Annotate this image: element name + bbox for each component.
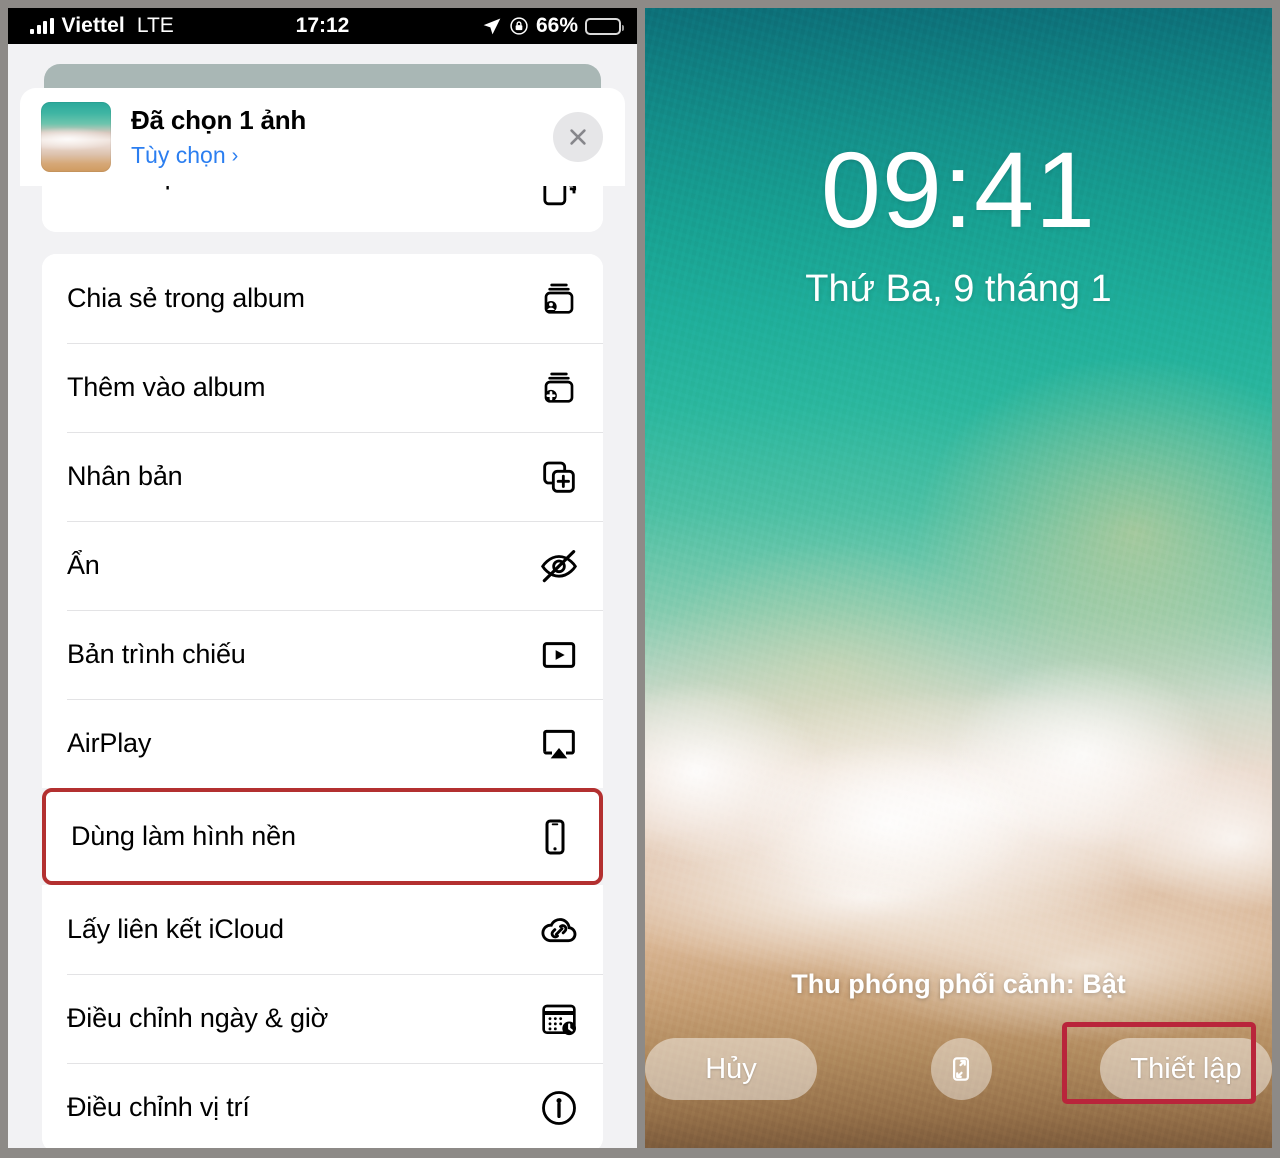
add-to-album-icon: [537, 366, 581, 410]
action-group: Sao chép ảnh: [42, 186, 603, 232]
airplay-icon: [537, 722, 581, 766]
action-row[interactable]: Lấy liên kết iCloud: [42, 885, 603, 974]
perspective-scale-icon: [953, 1057, 970, 1081]
action-row-label: Điều chỉnh vị trí: [67, 1092, 250, 1122]
action-row-label: Điều chỉnh ngày & giờ: [67, 1003, 329, 1033]
share-sheet-action-list[interactable]: Sao chép ảnh Chia sẻ trong album Thêm vào …: [20, 186, 625, 1148]
shared-album-icon: [537, 277, 581, 321]
action-row[interactable]: Điều chỉnh ngày & giờ: [42, 974, 603, 1063]
share-sheet: Đã chọn 1 ảnh Tùy chọn › Sao chép ảnh Chi…: [20, 88, 625, 1148]
status-bar: Viettel LTE 17:12 66%: [8, 8, 637, 44]
action-row-label: Sao chép ảnh: [67, 186, 537, 191]
perspective-scale-button[interactable]: [930, 1038, 992, 1100]
hide-eye-slash-icon: [537, 544, 581, 588]
action-row[interactable]: Nhân bản: [42, 432, 603, 521]
options-link-label: Tùy chọn: [131, 142, 226, 168]
action-row[interactable]: Thêm vào album: [42, 343, 603, 432]
action-row-label: AirPlay: [67, 728, 152, 758]
selection-title: Đã chọn 1 ảnh: [131, 105, 307, 135]
chevron-right-icon: ›: [231, 144, 239, 167]
wallpaper-option-highlight-annotation[interactable]: Dùng làm hình nền: [42, 788, 603, 885]
adjust-location-icon: [537, 1086, 581, 1130]
status-bar-right: 66%: [482, 14, 624, 38]
action-row[interactable]: Dùng làm hình nền: [46, 792, 599, 881]
action-row-label: Nhân bản: [67, 461, 183, 491]
action-row-label: Lấy liên kết iCloud: [67, 914, 284, 944]
action-group: Lấy liên kết iCloud Điều chỉnh ngày & giờ…: [42, 885, 603, 1148]
cancel-button[interactable]: Hủy: [645, 1038, 817, 1100]
iphone-share-sheet-panel: Viettel LTE 17:12 66% Đã chọn 1 ảnh Tùy …: [8, 8, 637, 1148]
action-row[interactable]: AirPlay: [42, 699, 603, 788]
options-link[interactable]: Tùy chọn ›: [131, 142, 306, 169]
slideshow-play-icon: [537, 633, 581, 677]
action-row[interactable]: Bản trình chiếu: [42, 610, 603, 699]
action-row-label: Ẩn: [67, 550, 100, 580]
close-button[interactable]: [553, 112, 603, 162]
adjust-date-time-icon: [537, 997, 581, 1041]
close-icon: [570, 129, 586, 145]
copy-photo-icon: [537, 186, 581, 215]
screenshot-stage: Viettel LTE 17:12 66% Đã chọn 1 ảnh Tùy …: [0, 0, 1280, 1158]
share-sheet-header-text: Đã chọn 1 ảnh Tùy chọn ›: [131, 105, 306, 169]
action-group: Chia sẻ trong album Thêm vào album Nhân bả…: [42, 254, 603, 788]
lockscreen-date: Thứ Ba, 9 tháng 1: [805, 268, 1112, 310]
lockscreen-clock-block: 09:41 Thứ Ba, 9 tháng 1: [645, 136, 1272, 311]
action-row-label: Dùng làm hình nền: [71, 821, 296, 851]
rotation-lock-icon: [510, 17, 528, 35]
action-row[interactable]: Sao chép ảnh: [42, 186, 603, 232]
battery-percent-label: 66%: [535, 14, 578, 37]
action-row[interactable]: Ẩn: [42, 521, 603, 610]
action-row[interactable]: Điều chỉnh vị trí: [42, 1063, 603, 1148]
wallpaper-preview-panel: 09:41 Thứ Ba, 9 tháng 1 Thu phóng phối c…: [645, 8, 1272, 1148]
icloud-link-icon: [537, 908, 581, 952]
setup-button-highlight-annotation: [1062, 1022, 1256, 1104]
share-sheet-header: Đã chọn 1 ảnh Tùy chọn ›: [20, 88, 625, 186]
selected-photo-thumbnail[interactable]: [41, 102, 111, 172]
battery-icon: [585, 17, 624, 35]
action-row-label: Chia sẻ trong album: [67, 283, 305, 313]
duplicate-icon: [537, 455, 581, 499]
action-row[interactable]: Chia sẻ trong album: [42, 254, 603, 343]
action-row-label: Bản trình chiếu: [67, 639, 246, 669]
lockscreen-clock: 09:41: [820, 129, 1097, 250]
location-arrow-icon: [483, 18, 501, 35]
perspective-zoom-label: Thu phóng phối cảnh: Bật: [791, 969, 1126, 999]
action-row-label: Thêm vào album: [67, 372, 266, 402]
use-as-wallpaper-iphone-icon: [533, 815, 577, 859]
